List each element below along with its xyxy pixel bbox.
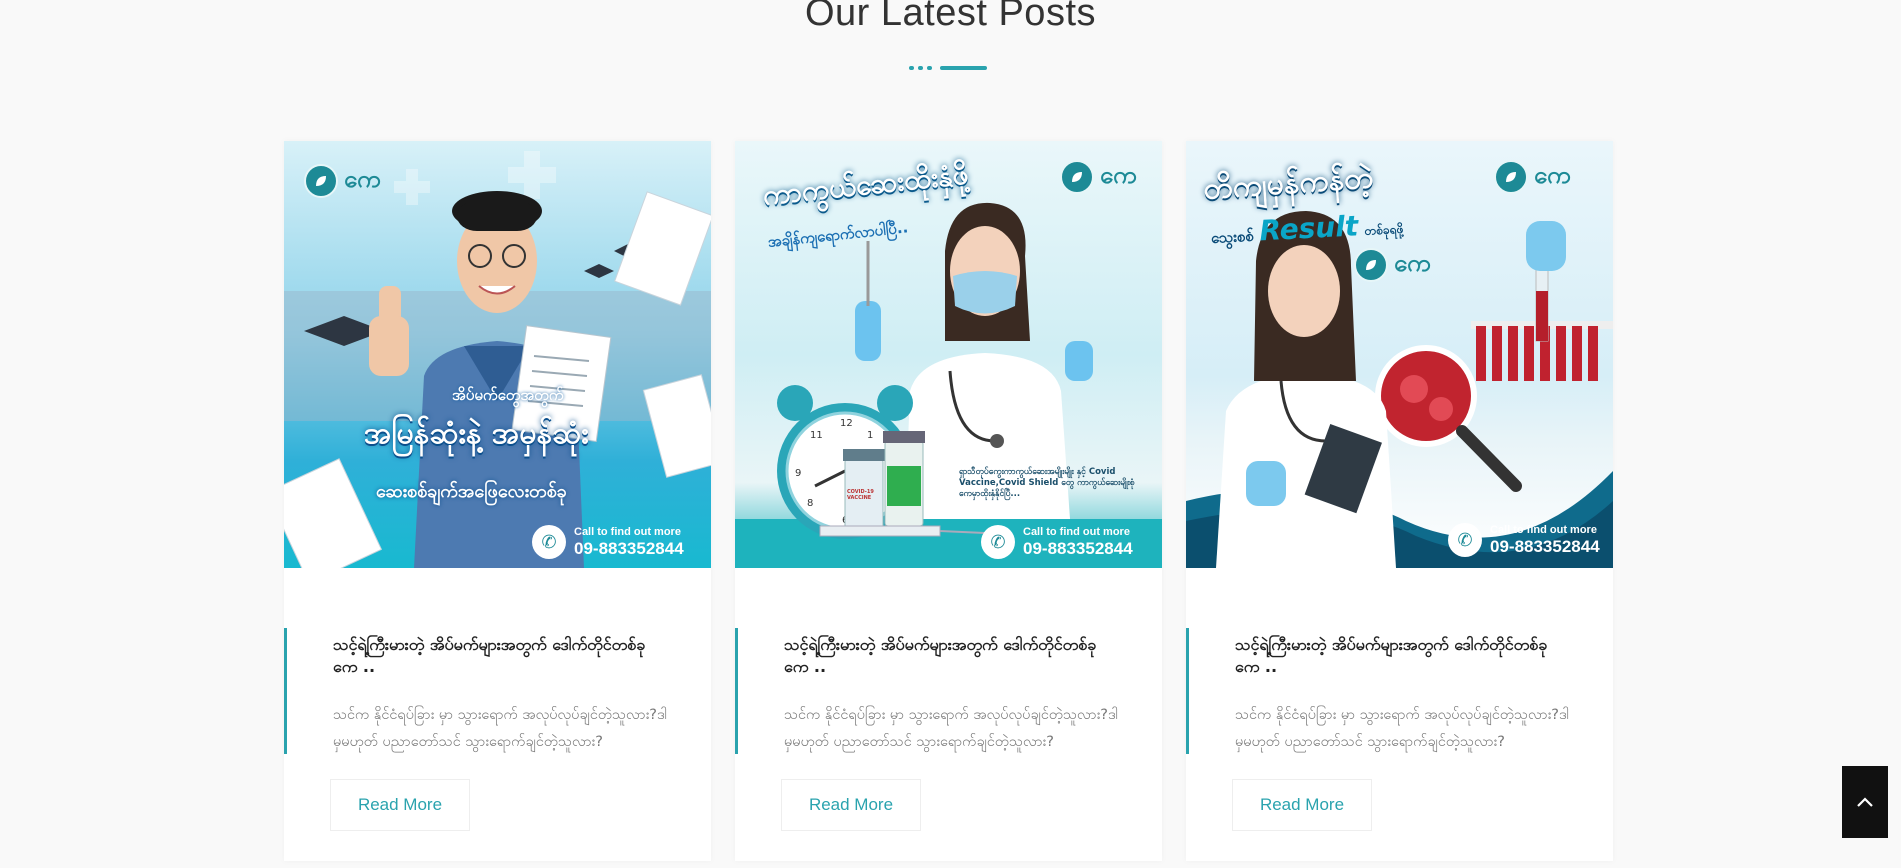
title-divider <box>909 66 987 70</box>
section-title: Our Latest Posts <box>804 0 1096 34</box>
accent-bar <box>1186 628 1189 754</box>
phone-icon: ✆ <box>981 525 1015 559</box>
post-excerpt: သင်က နိုင်ငံရပ်ခြား မှာ သွားရောက် အလုပ်လ… <box>333 707 668 750</box>
phone-icon: ✆ <box>1448 523 1482 557</box>
phone-icon: ✆ <box>532 525 566 559</box>
post-image[interactable]: ကေ အိပ်မက်တွေအတွက် အမြန်ဆုံးနဲ့ အမှန်ဆုံ… <box>284 141 711 568</box>
leaf-icon <box>1354 248 1388 282</box>
image-headline-sub: ဆေးစစ်ချက်အဖြေလေးတစ်ခု <box>376 481 567 502</box>
post-title[interactable]: သင့်ရဲ့ကြီးမားတဲ့ အိပ်မက်များအတွက် ဒေါက်… <box>333 634 663 678</box>
read-more-button[interactable]: Read More <box>330 779 470 831</box>
leaf-icon <box>1494 160 1528 194</box>
phone-callout: ✆ Call to find out more 09-883352844 <box>532 525 684 559</box>
post-title[interactable]: သင့်ရဲ့ကြီးမားတဲ့ အိပ်မက်များအတွက် ဒေါက်… <box>1235 634 1565 678</box>
post-excerpt: သင်က နိုင်ငံရပ်ခြား မှာ သွားရောက် အလုပ်လ… <box>784 707 1119 750</box>
image-headline-main: အမြန်ဆုံးနဲ့ အမှန်ဆုံး <box>364 416 589 451</box>
image-headline-top: အိပ်မက်တွေအတွက် <box>452 386 564 404</box>
post-image[interactable]: ကေ တိကျမှန်ကန်တဲ့ သွေးစစ် Result တစ်ခုရဖ… <box>1186 141 1613 568</box>
post-card: 12369 11148 ကေ ကာကွယ်ဆေးထိုးနှံဖို့ အချိ… <box>735 141 1162 861</box>
read-more-button[interactable]: Read More <box>781 779 921 831</box>
leaf-icon <box>304 164 338 198</box>
post-card: ကေ အိပ်မက်တွေအတွက် အမြန်ဆုံးနဲ့ အမှန်ဆုံ… <box>284 141 711 861</box>
accent-bar <box>735 628 738 754</box>
post-excerpt: သင်က နိုင်ငံရပ်ခြား မှာ သွားရောက် အလုပ်လ… <box>1235 707 1570 750</box>
svg-text:9: 9 <box>795 468 801 479</box>
image-note: ရှာသီတုပ်ကွေးကာကွယ်ဆေးအမျိုးမျိုး နှင့် … <box>959 467 1135 499</box>
vial-label: COVID-19 VACCINE <box>847 489 874 501</box>
post-image[interactable]: 12369 11148 ကေ ကာကွယ်ဆေးထိုးနှံဖို့ အချိ… <box>735 141 1162 568</box>
chevron-up-icon <box>1857 797 1873 807</box>
post-title[interactable]: သင့်ရဲ့ကြီးမားတဲ့ အိပ်မက်များအတွက် ဒေါက်… <box>784 634 1114 678</box>
svg-text:12: 12 <box>840 418 853 429</box>
svg-text:11: 11 <box>810 430 823 441</box>
read-more-button[interactable]: Read More <box>1232 779 1372 831</box>
phone-callout: ✆ Call to find out more 09-883352844 <box>1448 523 1600 557</box>
svg-text:8: 8 <box>807 498 813 509</box>
brand-logo: ကေ <box>1494 159 1571 195</box>
post-card: ကေ တိကျမှန်ကန်တဲ့ သွေးစစ် Result တစ်ခုရဖ… <box>1186 141 1613 861</box>
accent-bar <box>284 628 287 754</box>
brand-logo: ကေ <box>1060 159 1137 195</box>
svg-text:1: 1 <box>867 430 873 441</box>
brand-logo-secondary: ကေ <box>1354 247 1431 283</box>
leaf-icon <box>1060 160 1094 194</box>
phone-callout: ✆ Call to find out more 09-883352844 <box>981 525 1133 559</box>
scroll-to-top-button[interactable] <box>1842 766 1888 838</box>
brand-logo: ကေ <box>304 163 381 199</box>
